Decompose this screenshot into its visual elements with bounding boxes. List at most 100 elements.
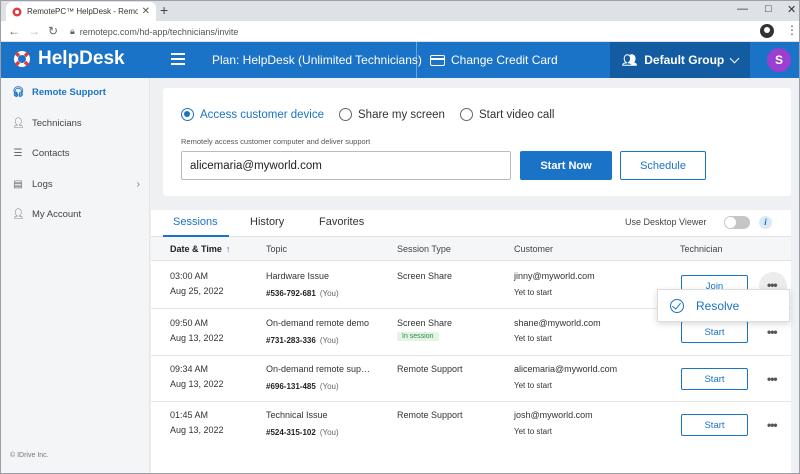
you-label: (You) <box>319 336 339 345</box>
row-topic: On-demand remote demo <box>266 318 370 328</box>
group-selector[interactable]: 👥︎ Default Group <box>610 42 750 78</box>
row-status: Yet to start <box>514 381 552 390</box>
radio-label: Start video call <box>479 108 555 121</box>
row-time: 09:50 AM <box>170 318 209 328</box>
tab-sessions[interactable]: Sessions <box>173 216 218 228</box>
browser-tab-title: RemotePC™ HelpDesk - Remote <box>27 7 138 16</box>
row-status: Yet to start <box>514 288 552 297</box>
row-session-type: Screen Share <box>397 271 453 281</box>
change-credit-card-link[interactable]: Change Credit Card <box>430 53 558 67</box>
app-header: HelpDesk Plan: HelpDesk (Unlimited Techn… <box>0 42 800 78</box>
lock-icon: 🔒︎ <box>70 26 75 36</box>
lifebuoy-icon <box>14 51 30 67</box>
sidebar-item-my-account[interactable]: 👤︎ My Account <box>12 209 142 220</box>
sidebar-item-label: Technicians <box>32 118 82 129</box>
menu-icon[interactable] <box>171 53 185 68</box>
browser-menu-icon[interactable]: ⋮ <box>786 23 798 37</box>
session-id: #696-131-485 <box>266 382 316 391</box>
schedule-button[interactable]: Schedule <box>620 151 706 180</box>
helpdesk-logo[interactable]: HelpDesk <box>12 48 125 70</box>
column-session-type: Session Type <box>397 244 451 254</box>
session-id: #536-792-681 <box>266 289 316 298</box>
column-topic: Topic <box>266 244 288 254</box>
avatar[interactable]: S <box>767 48 791 72</box>
row-session-type: Remote Support <box>397 364 463 374</box>
sidebar-item-technicians[interactable]: 👤︎ Technicians <box>12 118 142 129</box>
desktop-viewer-label: Use Desktop Viewer <box>625 217 707 227</box>
session-id: #524-315-102 <box>266 428 316 437</box>
back-icon[interactable]: ← <box>8 24 20 38</box>
desktop-viewer-toggle[interactable] <box>724 216 750 229</box>
chevron-down-icon <box>729 53 740 64</box>
connect-hint: Remotely access customer computer and de… <box>181 137 371 146</box>
row-status: Yet to start <box>514 334 552 343</box>
column-technician: Technician <box>680 244 723 254</box>
email-input[interactable]: alicemaria@myworld.com <box>181 151 511 180</box>
radio-unchecked-icon <box>339 108 352 121</box>
radio-label: Share my screen <box>358 108 445 121</box>
address-bar[interactable]: 🔒︎ remotepc.com/hd-app/technicians/invit… <box>70 24 750 39</box>
radio-label: Access customer device <box>200 108 324 121</box>
forward-icon[interactable]: → <box>28 24 40 38</box>
more-options-icon[interactable]: ••• <box>767 372 778 386</box>
check-circle-icon <box>670 298 684 313</box>
row-customer: josh@myworld.com <box>514 410 593 420</box>
new-tab-button[interactable]: + <box>160 2 168 18</box>
header-divider <box>416 42 417 78</box>
in-session-badge: In session <box>397 332 439 341</box>
resolve-label: Resolve <box>696 298 740 313</box>
row-date: Aug 13, 2022 <box>170 333 224 343</box>
radio-share-my-screen[interactable]: Share my screen <box>339 108 445 121</box>
start-button[interactable]: Start <box>681 321 748 343</box>
row-session-type: Screen Share <box>397 318 453 328</box>
browser-tab[interactable]: RemotePC™ HelpDesk - Remote ✕ <box>6 2 156 21</box>
credit-card-icon <box>430 54 445 66</box>
row-topic: Hardware Issue <box>266 271 330 281</box>
radio-access-customer-device[interactable]: Access customer device <box>181 108 324 121</box>
row-customer: alicemaria@myworld.com <box>514 364 618 374</box>
minimize-icon[interactable]: — <box>737 3 748 15</box>
chevron-right-icon: › <box>136 179 140 190</box>
group-label: Default Group <box>644 53 725 67</box>
sidebar-item-remote-support[interactable]: 🎧︎ Remote Support <box>12 87 142 98</box>
copyright: © IDrive Inc. <box>10 452 49 459</box>
tab-close-icon[interactable]: ✕ <box>142 6 150 17</box>
row-time: 01:45 AM <box>170 410 209 420</box>
browser-profile-icon[interactable] <box>760 24 774 38</box>
close-window-icon[interactable]: ✕ <box>787 3 796 16</box>
user-icon: 👤︎ <box>12 209 25 220</box>
you-label: (You) <box>319 382 339 391</box>
more-options-icon[interactable]: ••• <box>767 325 778 339</box>
row-divider <box>151 355 791 356</box>
column-customer: Customer <box>514 244 554 254</box>
maximize-icon[interactable]: □ <box>765 3 772 15</box>
tab-history[interactable]: History <box>250 216 284 228</box>
start-now-button[interactable]: Start Now <box>520 151 612 180</box>
resolve-menu-item[interactable]: Resolve <box>657 289 790 322</box>
sidebar-item-label: Remote Support <box>32 87 106 98</box>
row-time: 03:00 AM <box>170 271 209 281</box>
row-session-id: #536-792-681 (You) <box>266 289 339 298</box>
more-options-icon[interactable]: ••• <box>767 418 778 432</box>
sidebar-item-label: My Account <box>32 209 82 220</box>
logo-text: HelpDesk <box>38 48 125 69</box>
sort-asc-icon: ↑ <box>225 244 231 254</box>
radio-start-video-call[interactable]: Start video call <box>460 108 554 121</box>
info-icon[interactable]: i <box>759 216 772 229</box>
radio-checked-icon <box>181 108 194 121</box>
row-divider <box>151 401 791 402</box>
change-card-label: Change Credit Card <box>451 53 558 67</box>
tab-favorites[interactable]: Favorites <box>319 216 364 228</box>
sidebar-item-logs[interactable]: ▤ Logs › <box>12 179 142 190</box>
row-session-id: #731-283-336 (You) <box>266 336 339 345</box>
row-session-id: #696-131-485 (You) <box>266 382 339 391</box>
row-session-id: #524-315-102 (You) <box>266 428 339 437</box>
reload-icon[interactable]: ↻ <box>48 24 58 38</box>
row-customer: shane@myworld.com <box>514 318 601 328</box>
start-button[interactable]: Start <box>681 368 748 390</box>
sidebar-item-label: Logs <box>32 179 53 190</box>
start-button[interactable]: Start <box>681 414 748 436</box>
sidebar-item-contacts[interactable]: ☰ Contacts <box>12 148 142 159</box>
technicians-icon: 👤︎ <box>12 118 25 129</box>
column-date-time[interactable]: Date & Time ↑ <box>170 244 230 254</box>
